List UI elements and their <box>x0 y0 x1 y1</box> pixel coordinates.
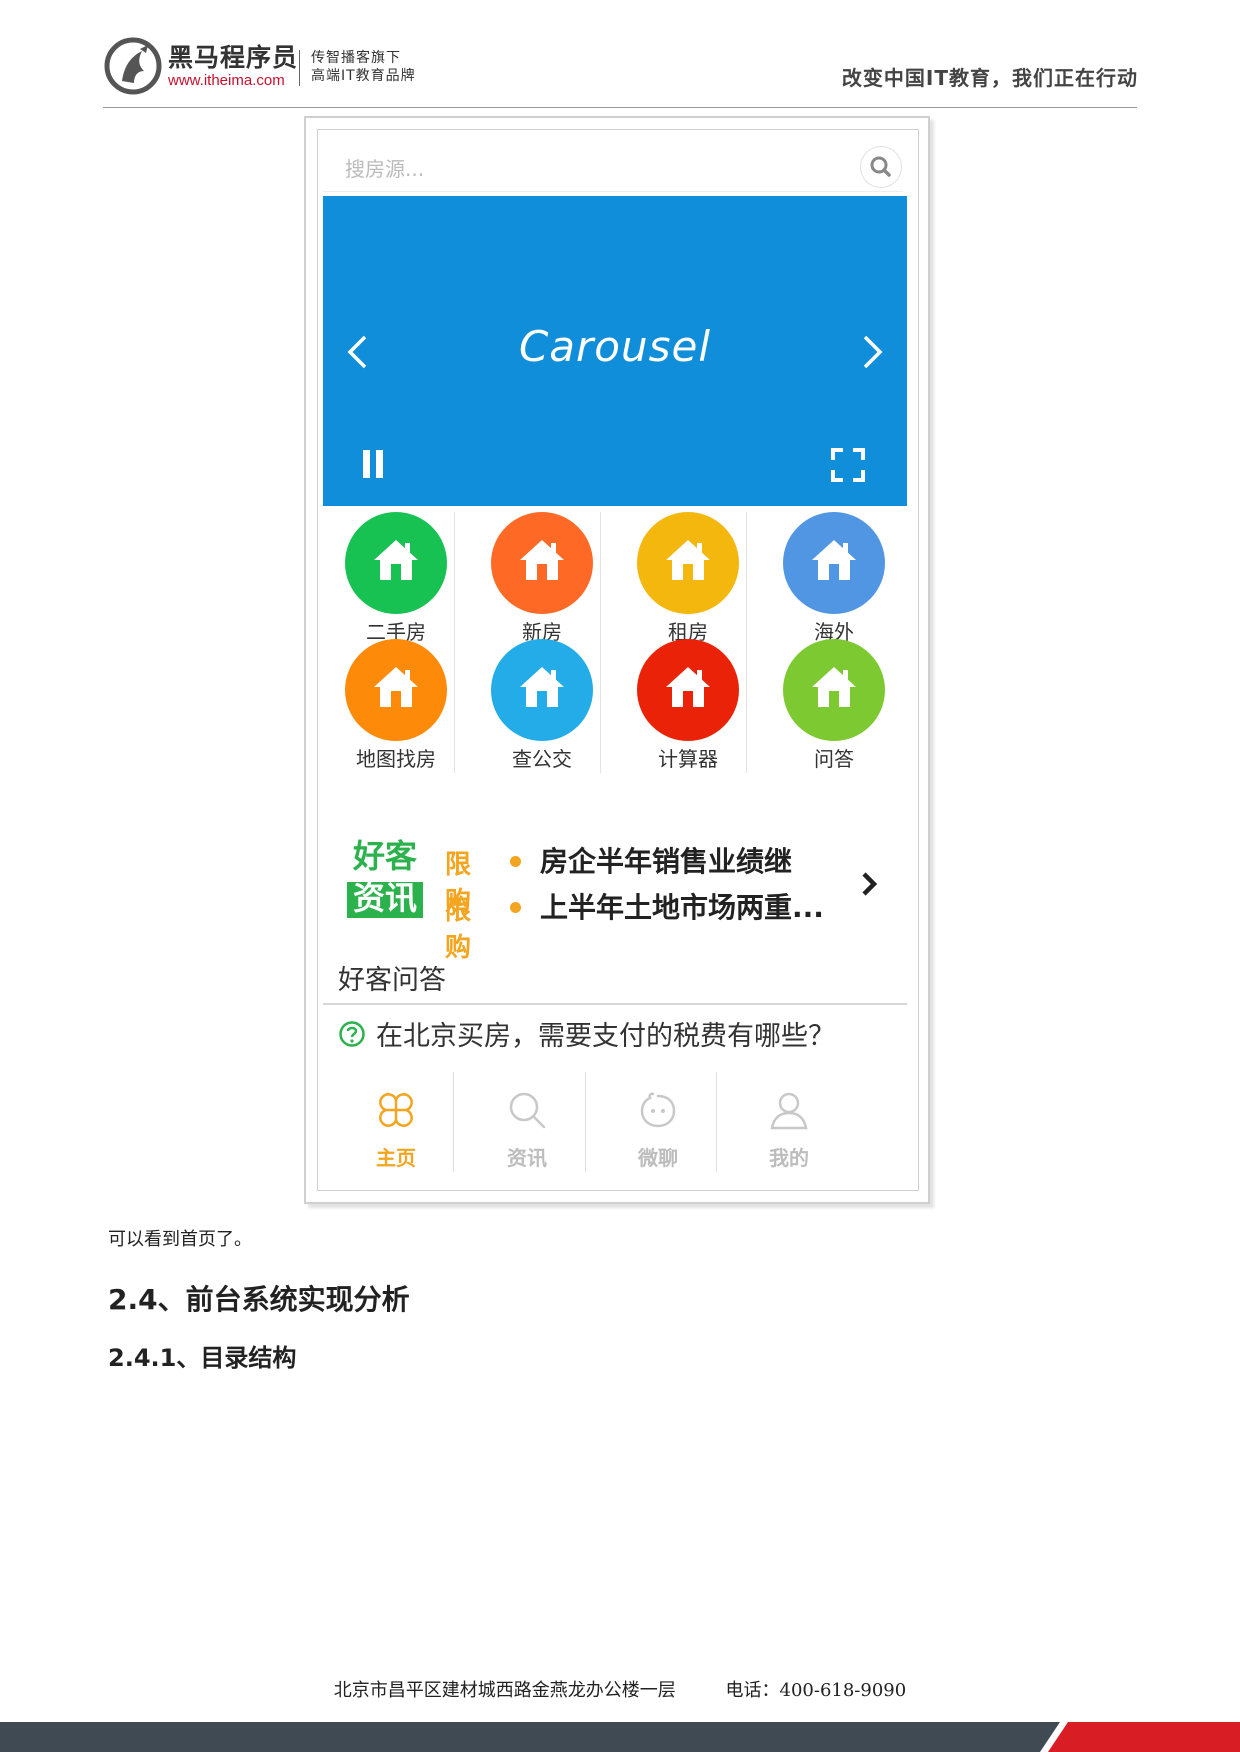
tab-mine[interactable]: 我的 <box>716 1072 862 1190</box>
grid-divider <box>746 639 747 773</box>
house-icon <box>374 667 418 707</box>
footer-phone: 电话：400-618-9090 <box>725 1680 907 1701</box>
category-circle <box>345 512 447 614</box>
header-motto: 改变中国IT教育，我们正在行动 <box>841 66 1138 90</box>
news-tag: 限购 <box>445 896 472 963</box>
home-clover-icon <box>379 1093 413 1127</box>
chevron-right-icon[interactable] <box>859 334 885 370</box>
category-item[interactable]: 地图找房 <box>323 639 469 773</box>
chat-face-icon <box>640 1092 676 1128</box>
header-separator <box>299 50 300 86</box>
grid-divider <box>454 512 455 646</box>
category-item[interactable]: 海外 <box>761 512 907 646</box>
category-circle <box>345 639 447 741</box>
news-logo-line-1: 好客 <box>352 837 417 875</box>
search-icon <box>870 156 891 177</box>
category-item[interactable]: 新房 <box>469 512 615 646</box>
category-circle <box>783 639 885 741</box>
tab-label: 资讯 <box>507 1146 547 1170</box>
house-icon <box>666 540 710 580</box>
search-button[interactable] <box>860 146 902 188</box>
page-footer: 北京市昌平区建材城西路金燕龙办公楼一层 电话：400-618-9090 <box>0 1676 1240 1702</box>
category-circle <box>491 639 593 741</box>
chevron-right-icon[interactable] <box>859 870 879 898</box>
category-item[interactable]: 计算器 <box>615 639 761 773</box>
carousel[interactable]: Carousel <box>323 196 907 506</box>
app-screen: 搜房源... Carousel 二手房 新房 租房 海外 地图找房 查公交 计算… <box>317 129 919 1191</box>
news-dot <box>510 902 521 913</box>
itheima-logo <box>104 37 162 95</box>
grid-divider <box>746 512 747 646</box>
subsection-heading: 2.4.1、目录结构 <box>108 1344 297 1372</box>
category-circle <box>491 512 593 614</box>
house-icon <box>520 540 564 580</box>
search-input[interactable]: 搜房源... <box>345 153 424 182</box>
qa-question-text: 在北京买房，需要支付的税费有哪些？ <box>376 1021 835 1052</box>
brand-slogan: 传智播客旗下 高端IT教育品牌 <box>311 49 416 85</box>
category-label: 查公交 <box>512 747 572 771</box>
category-item[interactable]: 租房 <box>615 512 761 646</box>
news-headline: 上半年土地市场两重... <box>540 891 824 924</box>
news-ticker[interactable]: 好客 资讯 限购 房企半年销售业绩继 限购 上半年土地市场两重... <box>323 824 907 963</box>
qa-divider <box>323 1003 907 1005</box>
tab-label: 我的 <box>769 1146 809 1170</box>
category-label: 问答 <box>814 747 854 771</box>
house-icon <box>520 667 564 707</box>
house-icon <box>812 540 856 580</box>
news-headline: 房企半年销售业绩继 <box>540 845 793 878</box>
grid-divider <box>454 639 455 773</box>
grid-divider <box>600 639 601 773</box>
app-screenshot: 搜房源... Carousel 二手房 新房 租房 海外 地图找房 查公交 计算… <box>304 116 930 1204</box>
tab-label: 微聊 <box>638 1146 678 1170</box>
question-icon <box>339 1021 365 1047</box>
footer-accent <box>1040 1722 1240 1752</box>
news-dot <box>510 856 521 867</box>
search-icon <box>509 1092 546 1129</box>
fullscreen-icon[interactable] <box>831 448 865 482</box>
category-item[interactable]: 二手房 <box>323 512 469 646</box>
section-heading: 2.4、前台系统实现分析 <box>108 1283 410 1316</box>
tab-chat[interactable]: 微聊 <box>585 1072 731 1190</box>
category-circle <box>637 639 739 741</box>
category-label: 地图找房 <box>356 747 436 771</box>
category-label: 计算器 <box>658 747 718 771</box>
user-icon <box>770 1092 808 1130</box>
qa-section-title: 好客问答 <box>338 965 446 996</box>
news-logo-line-2: 资讯 <box>352 879 417 917</box>
category-circle <box>637 512 739 614</box>
pause-icon[interactable] <box>361 449 387 479</box>
brand-name: 黑马程序员 <box>168 43 299 72</box>
brand-url: www.itheima.com <box>168 72 285 89</box>
category-item[interactable]: 问答 <box>761 639 907 773</box>
footer-address: 北京市昌平区建材城西路金燕龙办公楼一层 <box>333 1680 676 1701</box>
carousel-title: Carousel <box>518 322 712 371</box>
figure-caption: 可以看到首页了。 <box>108 1229 252 1250</box>
slogan-line-2: 高端IT教育品牌 <box>311 68 416 84</box>
tab-news[interactable]: 资讯 <box>454 1072 600 1190</box>
tab-home[interactable]: 主页 <box>323 1072 469 1190</box>
slogan-line-1: 传智播客旗下 <box>311 50 401 66</box>
header-rule <box>103 107 1137 108</box>
search-bar[interactable]: 搜房源... <box>323 135 903 192</box>
category-circle <box>783 512 885 614</box>
house-icon <box>812 667 856 707</box>
chevron-left-icon[interactable] <box>345 334 371 370</box>
house-icon <box>374 540 418 580</box>
grid-divider <box>600 512 601 646</box>
bottom-tab-bar: 主页 资讯 微聊 我的 <box>323 1072 907 1190</box>
tab-label: 主页 <box>376 1146 416 1170</box>
house-icon <box>666 667 710 707</box>
category-item[interactable]: 查公交 <box>469 639 615 773</box>
